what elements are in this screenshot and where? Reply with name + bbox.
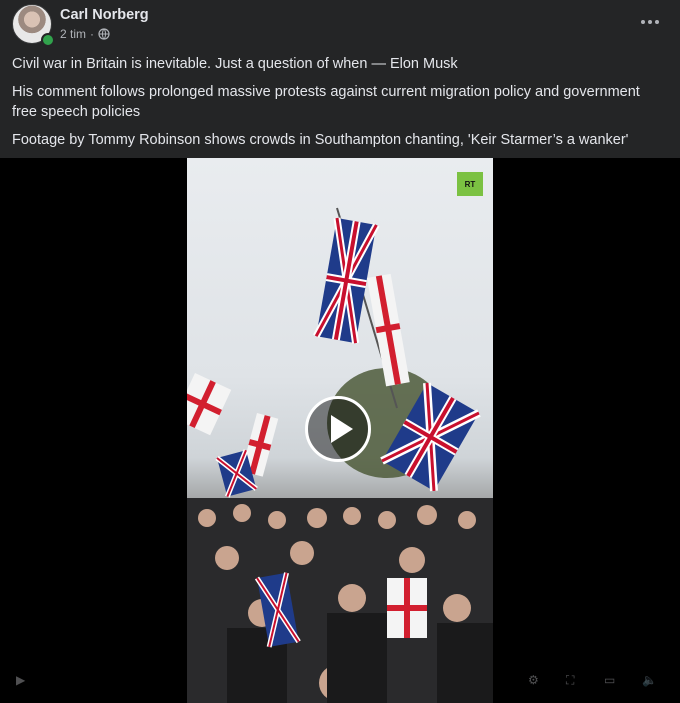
post-paragraph: His comment follows prolonged massive pr… bbox=[12, 84, 640, 120]
settings-icon[interactable]: ⚙ bbox=[528, 673, 539, 687]
post-time[interactable]: 2 tim bbox=[60, 27, 86, 41]
more-dot-icon bbox=[641, 20, 645, 24]
volume-icon[interactable]: 🔈 bbox=[642, 673, 657, 687]
meta-separator: · bbox=[90, 27, 95, 41]
video-player[interactable]: RT ▶ ⚙ ⛶ ▭ 🔈 bbox=[0, 158, 680, 703]
more-dot-icon bbox=[648, 20, 652, 24]
globe-icon[interactable] bbox=[98, 28, 110, 40]
pip-icon[interactable]: ▭ bbox=[604, 673, 615, 687]
more-options-button[interactable] bbox=[634, 10, 666, 34]
fullscreen-icon[interactable]: ⛶ bbox=[566, 673, 574, 688]
post-paragraph: Footage by Tommy Robinson shows crowds i… bbox=[12, 132, 629, 148]
rt-watermark-logo: RT bbox=[457, 172, 483, 196]
video-controls: ▶ ⚙ ⛶ ▭ 🔈 bbox=[0, 659, 680, 703]
author-name[interactable]: Carl Norberg bbox=[60, 7, 149, 23]
online-status-dot bbox=[41, 33, 55, 47]
post-body: Civil war in Britain is inevitable. Just… bbox=[12, 54, 668, 158]
post-meta: 2 tim · bbox=[60, 27, 110, 41]
play-icon[interactable] bbox=[305, 396, 371, 462]
more-dot-icon bbox=[655, 20, 659, 24]
play-control-icon[interactable]: ▶ bbox=[16, 673, 25, 687]
post-paragraph: Civil war in Britain is inevitable. Just… bbox=[12, 56, 458, 72]
video-frame[interactable]: RT bbox=[187, 158, 493, 703]
post-header: Carl Norberg 2 tim · bbox=[0, 0, 680, 52]
